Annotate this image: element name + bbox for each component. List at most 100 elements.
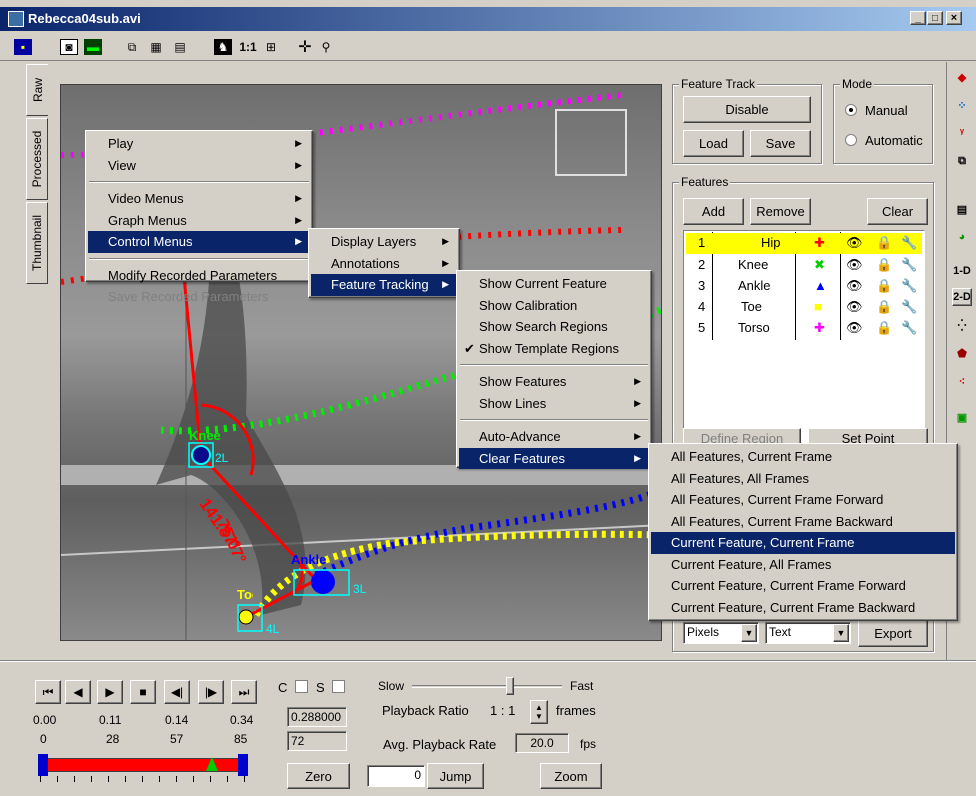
palette-icon[interactable]: ◕ — [952, 228, 972, 246]
eye-icon[interactable]: 👁 — [846, 235, 863, 251]
menu-item-show-search-regions[interactable]: Show Search Regions — [459, 316, 649, 338]
menu-item-clear-all-backward[interactable]: All Features, Current Frame Backward — [651, 511, 955, 533]
timeline-start-handle[interactable] — [38, 754, 48, 776]
film-icon[interactable]: ▣ — [952, 408, 972, 426]
two-d-button[interactable]: 2-D — [952, 288, 972, 306]
camera-icon[interactable]: ◙ — [60, 39, 78, 55]
ratio-spinner[interactable]: ▲ ▼ — [530, 700, 548, 724]
menu-item-clear-current-forward[interactable]: Current Feature, Current Frame Forward — [651, 575, 955, 597]
move-icon[interactable]: ✛ — [296, 39, 314, 56]
stop-button[interactable]: ■ — [130, 680, 156, 704]
menu-item-annotations[interactable]: Annotations ▶ — [311, 253, 457, 275]
timeline-end-handle[interactable] — [238, 754, 248, 776]
eye-icon[interactable]: 👁 — [846, 257, 863, 273]
feature-row-ankle[interactable]: 3 Ankle ▲ 👁 🔒 🔧 — [686, 276, 922, 297]
time-field[interactable]: 0.288000 — [287, 707, 347, 727]
chevron-down-icon[interactable]: ▼ — [741, 624, 757, 642]
eye-icon[interactable]: 👁 — [846, 320, 863, 336]
menu-item-clear-all-forward[interactable]: All Features, Current Frame Forward — [651, 489, 955, 511]
wrench-icon[interactable]: 🔧 — [901, 299, 917, 315]
export-button[interactable]: Export — [858, 620, 928, 647]
eye-icon[interactable]: 👁 — [846, 299, 863, 315]
table-icon[interactable]: ▤ — [171, 39, 189, 55]
load-button[interactable]: Load — [683, 130, 744, 157]
person-icon[interactable]: ♞ — [214, 39, 232, 55]
frame-field[interactable]: 72 — [287, 731, 347, 751]
menu-item-display-layers[interactable]: Display Layers ▶ — [311, 231, 457, 253]
zoom-button[interactable]: Zoom — [540, 763, 602, 789]
c-checkbox[interactable] — [295, 680, 308, 693]
clear-features-button[interactable]: Clear — [867, 198, 928, 225]
first-frame-button[interactable]: ⏮ — [35, 680, 61, 704]
zero-button[interactable]: Zero — [287, 763, 350, 789]
shape-icon[interactable]: ⬟ — [952, 344, 972, 362]
list-icon[interactable]: ▤ — [952, 200, 972, 218]
speed-slider-thumb[interactable] — [506, 677, 514, 695]
menu-item-clear-features[interactable]: Clear Features ▶ — [459, 447, 649, 469]
minimize-button[interactable]: _ — [910, 11, 926, 25]
tab-raw[interactable]: Raw — [26, 64, 48, 116]
lock-icon[interactable]: 🔒 — [876, 257, 892, 273]
menu-item-control-menus[interactable]: Control Menus ▶ — [88, 231, 310, 253]
save-button[interactable]: Save — [750, 130, 811, 157]
menu-item-feature-tracking[interactable]: Feature Tracking ▶ — [311, 274, 457, 296]
prev-frame-button[interactable]: ◀| — [164, 680, 190, 704]
menu-item-clear-current-all[interactable]: Current Feature, All Frames — [651, 554, 955, 576]
copy-icon[interactable]: ⧉ — [952, 152, 972, 170]
s-checkbox[interactable] — [332, 680, 345, 693]
lock-icon[interactable]: 🔒 — [876, 299, 892, 315]
menu-item-video-menus[interactable]: Video Menus ▶ — [88, 188, 310, 210]
last-frame-button[interactable]: ⏭ — [231, 680, 257, 704]
automatic-radio[interactable] — [845, 134, 857, 146]
menu-item-show-calibration[interactable]: Show Calibration — [459, 295, 649, 317]
graph-icon[interactable]: ▬ — [84, 39, 102, 55]
wrench-icon[interactable]: 🔧 — [901, 278, 917, 294]
menu-item-clear-current-backward[interactable]: Current Feature, Current Frame Backward — [651, 597, 955, 619]
lock-icon[interactable]: 🔒 — [876, 278, 892, 294]
tab-processed[interactable]: Processed — [26, 118, 48, 200]
zoom-1to1-button[interactable]: 1:1 — [239, 39, 257, 55]
play-button[interactable]: ▶ — [97, 680, 123, 704]
menu-item-graph-menus[interactable]: Graph Menus ▶ — [88, 210, 310, 232]
menu-item-show-lines[interactable]: Show Lines ▶ — [459, 393, 649, 415]
disable-button[interactable]: Disable — [683, 96, 811, 123]
eye-icon[interactable]: 👁 — [846, 278, 863, 294]
menu-item-show-template-regions[interactable]: ✔ Show Template Regions — [459, 338, 649, 360]
tab-thumbnail[interactable]: Thumbnail — [26, 202, 48, 284]
jump-field[interactable]: 0 — [367, 765, 425, 787]
remove-feature-button[interactable]: Remove — [750, 198, 811, 225]
scale-icon[interactable]: ⁛ — [952, 316, 972, 334]
units-select[interactable]: Pixels ▼ — [683, 622, 759, 644]
wrench-icon[interactable]: 🔧 — [901, 320, 917, 336]
maximize-button[interactable]: □ — [927, 11, 943, 25]
feature-row-toe[interactable]: 4 Toe ■ 👁 🔒 🔧 — [686, 297, 922, 318]
wrench-icon[interactable]: 🔧 — [901, 235, 917, 251]
feature-row-torso[interactable]: 5 Torso ✚ 👁 🔒 🔧 — [686, 318, 922, 339]
menu-item-show-current-feature[interactable]: Show Current Feature — [459, 273, 649, 295]
layers-icon[interactable]: ◆ — [952, 68, 972, 86]
chevron-down-icon[interactable]: ▼ — [833, 624, 849, 642]
lock-icon[interactable]: 🔒 — [876, 235, 892, 251]
video-mode-icon[interactable]: ▪ — [14, 39, 32, 55]
manual-radio[interactable] — [845, 104, 857, 116]
close-button[interactable]: × — [946, 11, 962, 25]
xy-icon[interactable]: ᵞ — [952, 124, 972, 142]
magnify-icon[interactable]: ⚲ — [317, 39, 335, 55]
next-frame-button[interactable]: |▶ — [198, 680, 224, 704]
menu-item-auto-advance[interactable]: Auto-Advance ▶ — [459, 426, 649, 448]
menu-item-clear-all-all[interactable]: All Features, All Frames — [651, 468, 955, 490]
fit-icon[interactable]: ⊞ — [262, 39, 280, 55]
feature-row-knee[interactable]: 2 Knee ✖ 👁 🔒 🔧 — [686, 255, 922, 276]
timeline-current-marker[interactable] — [206, 757, 218, 771]
menu-item-play[interactable]: Play ▶ — [88, 133, 310, 155]
feature-row-hip[interactable]: 1 Hip ✚ 👁 🔒 🔧 — [686, 233, 922, 254]
speed-track[interactable] — [412, 685, 562, 688]
lock-icon[interactable]: 🔒 — [876, 320, 892, 336]
menu-item-view[interactable]: View ▶ — [88, 155, 310, 177]
points-icon[interactable]: ⁘ — [952, 96, 972, 114]
dots-icon[interactable]: ⁖ — [952, 372, 972, 390]
wrench-icon[interactable]: 🔧 — [901, 257, 917, 273]
menu-item-modify-recorded[interactable]: Modify Recorded Parameters — [88, 265, 310, 287]
one-d-button[interactable]: 1-D — [952, 262, 972, 280]
add-feature-button[interactable]: Add — [683, 198, 744, 225]
